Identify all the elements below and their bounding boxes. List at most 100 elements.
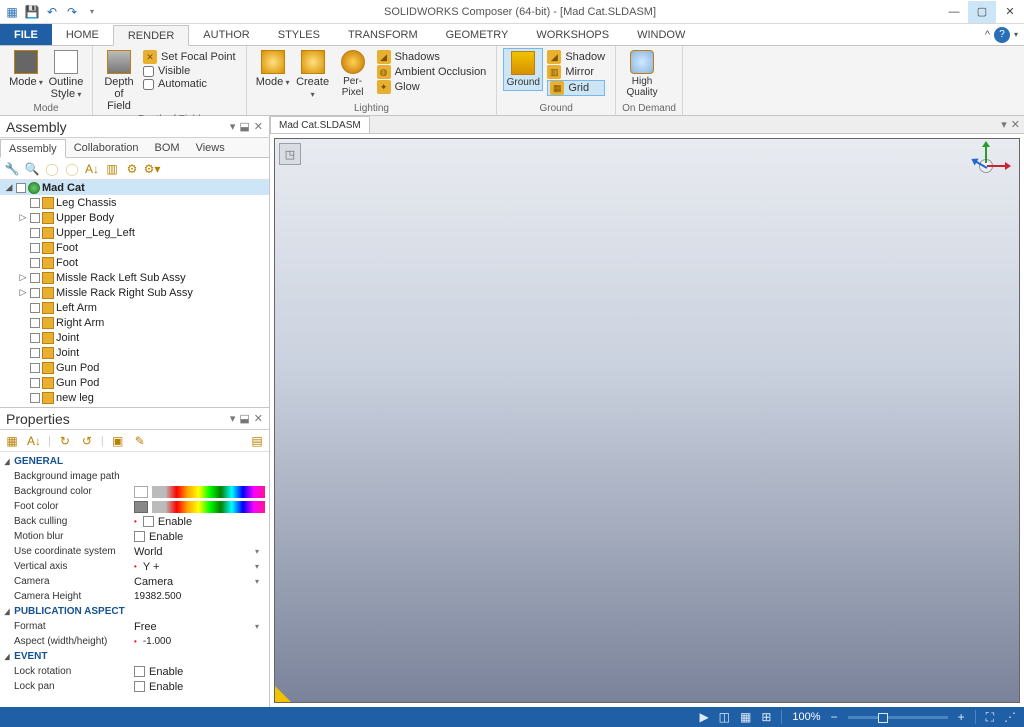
close-button[interactable]: ✕ [996, 1, 1024, 23]
visibility-checkbox[interactable] [30, 348, 40, 358]
prop-row[interactable]: Background image path [4, 469, 265, 484]
dropdown-icon[interactable]: ▾ [255, 562, 265, 571]
toolbar-icon[interactable]: A↓ [26, 433, 42, 449]
tab-styles[interactable]: STYLES [264, 24, 334, 45]
tree-item[interactable]: Gun Pod [0, 375, 269, 390]
undo-icon[interactable]: ↶ [44, 4, 60, 20]
help-dropdown-icon[interactable]: ▾ [1014, 30, 1018, 39]
prop-row[interactable]: Camera Height19382.500 [4, 589, 265, 604]
shadows-button[interactable]: ◢Shadows [377, 50, 487, 64]
set-focal-point-button[interactable]: ✕Set Focal Point [143, 50, 236, 64]
prop-row[interactable]: Motion blurEnable [4, 529, 265, 544]
tree-item[interactable]: Left Arm [0, 300, 269, 315]
tab-file[interactable]: FILE [0, 24, 52, 45]
tree-item[interactable]: Gun Pod [0, 360, 269, 375]
depth-of-field-button[interactable]: Depthof Field [99, 48, 139, 114]
qat-dropdown-icon[interactable]: ▾ [84, 4, 100, 20]
tree-item[interactable]: Joint [0, 345, 269, 360]
dropdown-icon[interactable]: ▾ [255, 622, 265, 631]
mode-button[interactable]: Mode [6, 48, 46, 90]
prop-row[interactable]: Use coordinate systemWorld▾ [4, 544, 265, 559]
subtab-assembly[interactable]: Assembly [0, 139, 66, 158]
prop-row[interactable]: Back cullingEnable [4, 514, 265, 529]
minimize-button[interactable]: — [940, 1, 968, 23]
close-panel-icon[interactable]: ✕ [254, 412, 263, 425]
expand-icon[interactable]: ▷ [18, 212, 28, 223]
tree-item[interactable]: Foot [0, 240, 269, 255]
visibility-checkbox[interactable] [30, 273, 40, 283]
lighting-create-button[interactable]: Create [293, 48, 333, 102]
toolbar-icon[interactable]: ▣ [110, 433, 126, 449]
pin-icon[interactable]: ⬓ [239, 412, 249, 425]
enable-checkbox[interactable] [134, 531, 145, 542]
toolbar-icon[interactable]: ⚙ [124, 161, 140, 177]
visibility-checkbox[interactable] [30, 228, 40, 238]
visible-checkbox[interactable]: Visible [143, 65, 236, 77]
visibility-checkbox[interactable] [30, 333, 40, 343]
collapse-ribbon-icon[interactable]: ^ [985, 29, 990, 41]
pin-icon[interactable]: ▾ [1001, 118, 1007, 131]
color-gradient[interactable] [152, 501, 265, 513]
high-quality-button[interactable]: HighQuality [622, 48, 662, 100]
expand-icon[interactable]: ▷ [18, 272, 28, 283]
toolbar-icon[interactable]: ▥ [104, 161, 120, 177]
visibility-checkbox[interactable] [30, 198, 40, 208]
tab-geometry[interactable]: GEOMETRY [432, 24, 523, 45]
toolbar-icon[interactable]: ↺ [79, 433, 95, 449]
zoom-level[interactable]: 100% [792, 711, 820, 723]
visibility-checkbox[interactable] [30, 258, 40, 268]
tree-item[interactable]: ▷Upper Body [0, 210, 269, 225]
prop-row[interactable]: Lock rotationEnable [4, 664, 265, 679]
prop-row[interactable]: Vertical axisY +▾ [4, 559, 265, 574]
visibility-checkbox[interactable] [16, 183, 26, 193]
category-publication[interactable]: Publication Aspect [4, 604, 265, 619]
pin-icon[interactable]: ⬓ [239, 120, 249, 133]
axis-triad[interactable] [965, 145, 1009, 189]
status-icon[interactable]: ▶ [699, 710, 708, 724]
dropdown-icon[interactable]: ▾ [255, 547, 265, 556]
prop-row[interactable]: Background color [4, 484, 265, 499]
automatic-checkbox[interactable]: Automatic [143, 78, 236, 90]
toolbar-icon[interactable]: A↓ [84, 161, 100, 177]
tree-item[interactable]: ▷Missle Rack Left Sub Assy [0, 270, 269, 285]
resize-grip-icon[interactable]: ⋰ [1004, 710, 1016, 724]
tree-item[interactable]: ▷Missle Rack Right Sub Assy [0, 285, 269, 300]
document-tab[interactable]: Mad Cat.SLDASM [270, 116, 370, 133]
status-icon[interactable]: ⊞ [761, 710, 771, 724]
tab-workshops[interactable]: WORKSHOPS [522, 24, 623, 45]
glow-button[interactable]: ✦Glow [377, 80, 487, 94]
tab-render[interactable]: RENDER [113, 25, 189, 46]
tree-item[interactable]: new leg [0, 390, 269, 405]
prop-row[interactable]: FormatFree▾ [4, 619, 265, 634]
tab-transform[interactable]: TRANSFORM [334, 24, 432, 45]
ambient-occlusion-button[interactable]: ◍Ambient Occlusion [377, 65, 487, 79]
visibility-checkbox[interactable] [30, 318, 40, 328]
tree-item[interactable]: Foot [0, 255, 269, 270]
enable-checkbox[interactable] [134, 666, 145, 677]
pin-icon[interactable]: ▾ [230, 120, 236, 133]
subtab-bom[interactable]: BOM [147, 138, 188, 157]
maximize-button[interactable]: ▢ [968, 1, 996, 23]
toolbar-icon[interactable]: ▤ [249, 433, 265, 449]
status-icon[interactable]: ▦ [740, 710, 751, 724]
tab-window[interactable]: WINDOW [623, 24, 699, 45]
prop-row[interactable]: Aspect (width/height)-1.000 [4, 634, 265, 649]
prop-row[interactable]: Foot color [4, 499, 265, 514]
category-general[interactable]: General [4, 454, 265, 469]
toolbar-icon[interactable]: ⚙▾ [144, 161, 160, 177]
visibility-checkbox[interactable] [30, 243, 40, 253]
pin-icon[interactable]: ▾ [230, 412, 236, 425]
visibility-checkbox[interactable] [30, 213, 40, 223]
prop-row[interactable]: CameraCamera▾ [4, 574, 265, 589]
lighting-mode-button[interactable]: Mode [253, 48, 293, 90]
redo-icon[interactable]: ↷ [64, 4, 80, 20]
visibility-checkbox[interactable] [30, 378, 40, 388]
ground-shadow-button[interactable]: ◢Shadow [547, 50, 605, 64]
tree-item[interactable]: Joint [0, 330, 269, 345]
outline-style-button[interactable]: OutlineStyle [46, 48, 86, 102]
status-icon[interactable]: ◫ [719, 710, 730, 724]
tab-home[interactable]: HOME [52, 24, 113, 45]
close-panel-icon[interactable]: ✕ [254, 120, 263, 133]
per-pixel-button[interactable]: Per-Pixel [333, 48, 373, 100]
tree-item[interactable]: Upper_Leg_Left [0, 225, 269, 240]
